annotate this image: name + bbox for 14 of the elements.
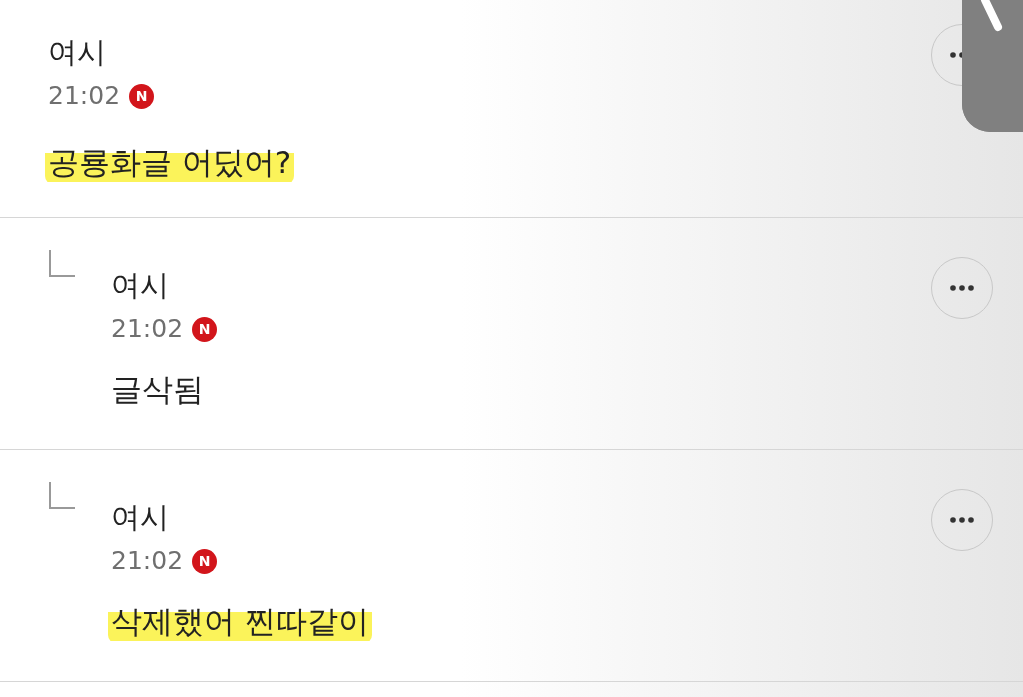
comment-time: 21:02 <box>48 80 121 112</box>
reply-indent-icon <box>48 482 75 510</box>
author-name: 여시 <box>48 34 106 71</box>
new-badge: N <box>129 83 155 109</box>
author-name: 여시 <box>111 267 169 304</box>
author-name: 여시 <box>111 499 169 536</box>
more-icon <box>950 517 974 523</box>
new-badge: N <box>192 316 218 342</box>
comment-text: 글삭됨 <box>110 370 205 409</box>
comment-time: 21:02 <box>111 313 184 345</box>
reply-indent-icon <box>48 250 75 278</box>
new-badge: N <box>192 548 218 574</box>
comment-time: 21:02 <box>111 545 184 577</box>
more-icon <box>950 285 974 291</box>
